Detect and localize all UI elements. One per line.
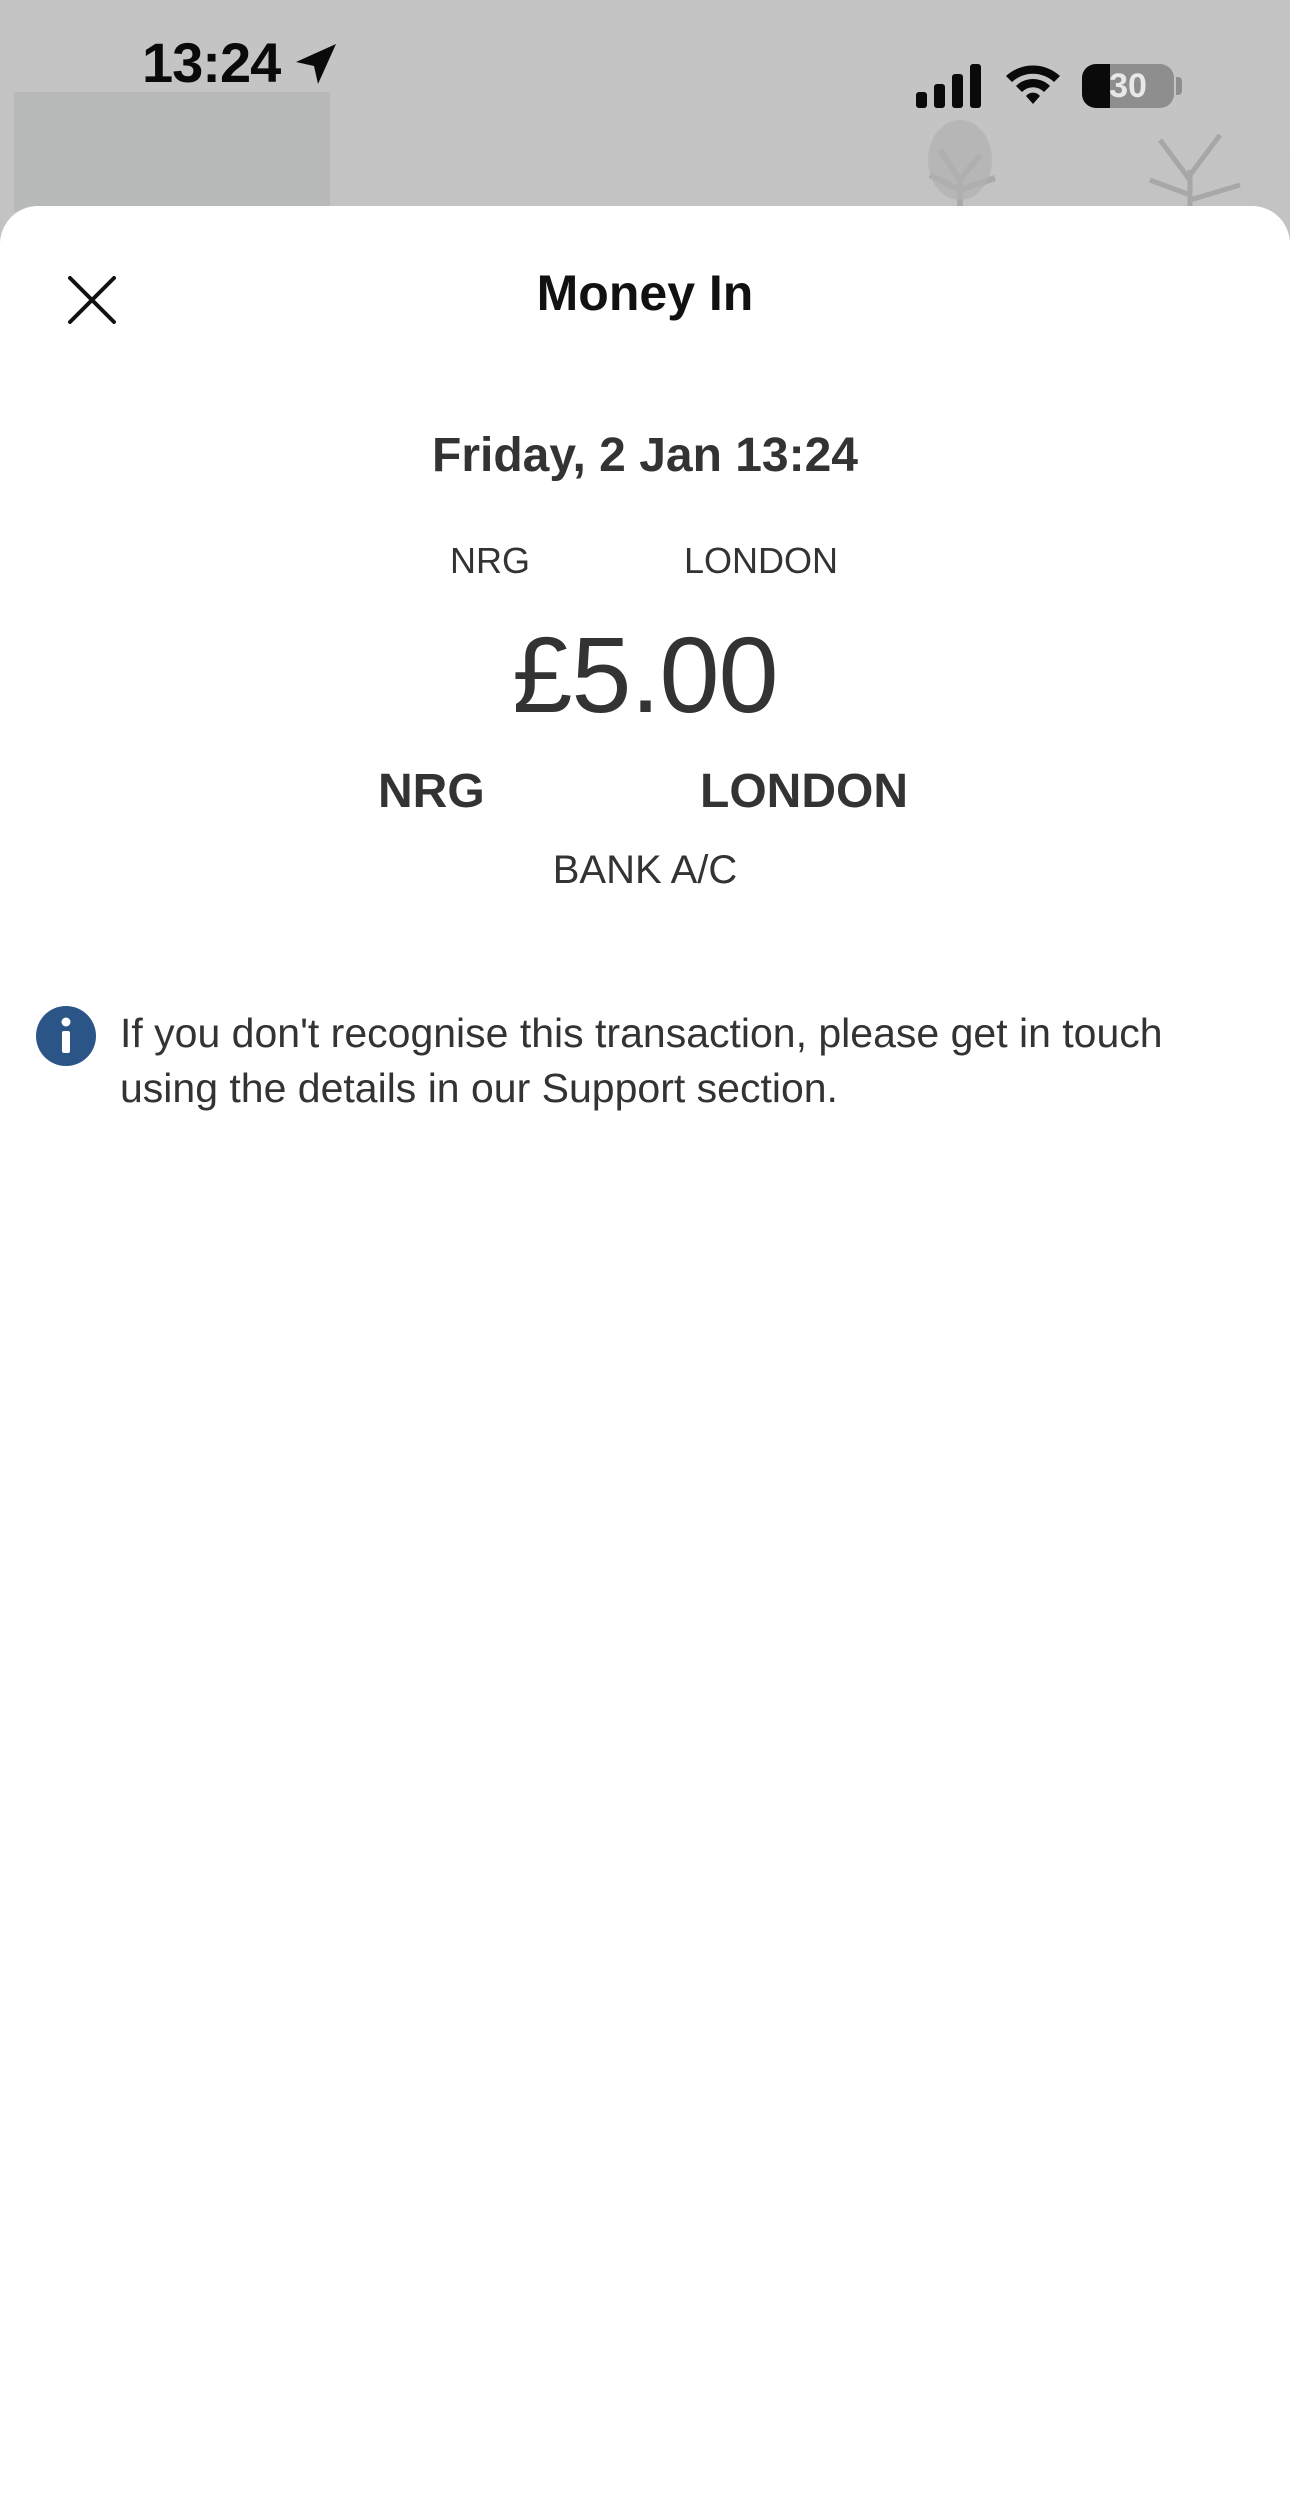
status-time: 13:24: [142, 31, 281, 94]
transaction-datetime: Friday, 2 Jan 13:24: [432, 429, 858, 482]
merchant-location-small: LONDON: [684, 540, 839, 581]
location-arrow-icon: [296, 44, 336, 84]
cellular-signal-icon: [916, 64, 981, 108]
transaction-amount: £5.00: [512, 614, 778, 735]
status-bar: 13:24 30: [0, 0, 1290, 130]
notice-text: If you don't recognise this transaction,…: [120, 1010, 1163, 1111]
battery-percent: 30: [1109, 67, 1147, 105]
wifi-icon: [1006, 65, 1060, 104]
battery-icon: 30: [1082, 64, 1174, 108]
merchant-name-small: NRG: [450, 540, 530, 581]
screen: 13:24 30 Money In Friday, 2 Jan 13:24 NR…: [0, 0, 1290, 2508]
merchant-name: NRG: [378, 765, 485, 818]
account-label: BANK A/C: [552, 848, 738, 892]
battery-cap: [1176, 77, 1182, 95]
info-icon: [36, 1006, 96, 1066]
sheet-title: Money In: [536, 265, 754, 321]
merchant-location: LONDON: [700, 765, 908, 818]
money-in-sheet: Money In Friday, 2 Jan 13:24 NRG LONDON …: [0, 206, 1290, 2508]
